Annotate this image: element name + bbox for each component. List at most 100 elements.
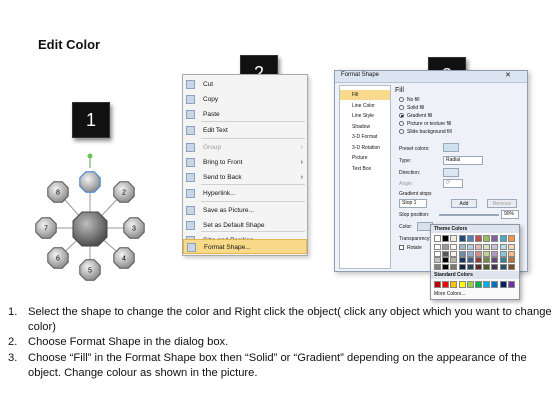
center-octagon[interactable] bbox=[72, 211, 108, 247]
standard-color-swatch[interactable] bbox=[475, 281, 482, 288]
category-shadow[interactable]: Shadow bbox=[340, 122, 390, 132]
theme-color-swatch[interactable] bbox=[450, 257, 458, 263]
standard-color-swatch[interactable] bbox=[491, 281, 499, 288]
category-picture[interactable]: Picture bbox=[340, 153, 390, 163]
theme-color-swatch[interactable] bbox=[466, 244, 474, 250]
fill-radio-gradient-fill[interactable] bbox=[399, 113, 404, 118]
category-fill[interactable]: Fill bbox=[340, 90, 390, 100]
direction-dropdown[interactable] bbox=[443, 168, 459, 177]
theme-color-swatch[interactable] bbox=[499, 244, 507, 250]
more-colors-link[interactable]: More Colors... bbox=[434, 291, 465, 297]
theme-color-swatch[interactable] bbox=[442, 235, 450, 242]
theme-color-swatch[interactable] bbox=[491, 250, 499, 257]
category-line-color[interactable]: Line Color bbox=[340, 101, 390, 111]
remove-stop-button[interactable]: Remove bbox=[487, 199, 517, 208]
fill-radio-no-fill[interactable] bbox=[399, 97, 404, 102]
menu-item-hyperlink[interactable]: Hyperlink... bbox=[183, 186, 307, 201]
theme-color-swatch[interactable] bbox=[466, 257, 474, 263]
theme-color-swatch[interactable] bbox=[499, 250, 507, 257]
menu-item-send-to-back[interactable]: Send to Back › bbox=[183, 170, 307, 185]
theme-color-swatch[interactable] bbox=[491, 244, 499, 250]
theme-color-swatch[interactable] bbox=[483, 250, 491, 257]
category-line-style[interactable]: Line Style bbox=[340, 111, 390, 121]
standard-color-swatch[interactable] bbox=[483, 281, 491, 288]
octagon-node[interactable] bbox=[79, 171, 101, 193]
theme-color-swatch[interactable] bbox=[450, 244, 458, 250]
theme-color-swatch[interactable] bbox=[466, 250, 474, 257]
octagon-diagram[interactable]: 8 2 7 3 6 4 5 bbox=[26, 152, 160, 286]
theme-color-swatch[interactable] bbox=[491, 263, 499, 270]
theme-color-swatch[interactable] bbox=[466, 263, 474, 270]
rotate-handle-icon[interactable] bbox=[87, 153, 93, 159]
menu-item-edit-text[interactable]: Edit Text bbox=[183, 123, 307, 138]
theme-color-swatch[interactable] bbox=[434, 250, 441, 257]
theme-color-swatch[interactable] bbox=[450, 250, 458, 257]
stop-position-slider[interactable] bbox=[439, 214, 499, 216]
theme-color-swatch[interactable] bbox=[458, 235, 466, 242]
menu-item-cut[interactable]: Cut bbox=[183, 77, 307, 92]
theme-color-swatch[interactable] bbox=[458, 257, 466, 263]
theme-color-swatch[interactable] bbox=[442, 244, 450, 250]
stop-position-field[interactable]: 90% bbox=[501, 210, 519, 219]
type-dropdown[interactable]: Radial bbox=[443, 156, 483, 165]
theme-color-swatch[interactable] bbox=[475, 235, 482, 242]
fill-radio-solid-fill[interactable] bbox=[399, 105, 404, 110]
theme-color-swatch[interactable] bbox=[499, 263, 507, 270]
theme-color-swatch[interactable] bbox=[499, 257, 507, 263]
theme-color-swatch[interactable] bbox=[483, 257, 491, 263]
theme-color-swatch[interactable] bbox=[475, 257, 482, 263]
theme-color-swatch[interactable] bbox=[507, 263, 515, 270]
standard-color-swatch[interactable] bbox=[466, 281, 474, 288]
menu-item-group[interactable]: Group › bbox=[183, 140, 307, 155]
theme-color-swatch[interactable] bbox=[483, 244, 491, 250]
preset-colors-dropdown[interactable] bbox=[443, 143, 459, 152]
stop-dropdown[interactable]: Stop 1 bbox=[399, 199, 427, 208]
dialog-titlebar[interactable]: Format Shape ✕ bbox=[335, 71, 527, 83]
menu-item-format-shape[interactable]: Format Shape... bbox=[183, 239, 307, 254]
theme-color-swatch[interactable] bbox=[442, 250, 450, 257]
theme-color-swatch[interactable] bbox=[475, 250, 482, 257]
fill-radio-picture-or-texture-fill[interactable] bbox=[399, 121, 404, 126]
standard-color-swatch[interactable] bbox=[450, 281, 458, 288]
add-stop-button[interactable]: Add bbox=[451, 199, 477, 208]
theme-color-swatch[interactable] bbox=[434, 257, 441, 263]
theme-color-swatch[interactable] bbox=[434, 244, 441, 250]
menu-item-copy[interactable]: Copy bbox=[183, 92, 307, 107]
standard-color-swatch[interactable] bbox=[442, 281, 450, 288]
theme-color-swatch[interactable] bbox=[507, 250, 515, 257]
theme-color-swatch[interactable] bbox=[483, 263, 491, 270]
theme-color-swatch[interactable] bbox=[458, 263, 466, 270]
standard-color-swatch[interactable] bbox=[434, 281, 441, 288]
theme-color-swatch[interactable] bbox=[507, 257, 515, 263]
theme-color-swatch[interactable] bbox=[499, 235, 507, 242]
menu-item-paste[interactable]: Paste bbox=[183, 107, 307, 122]
fill-radio-slide-background-fill[interactable] bbox=[399, 129, 404, 134]
menu-item-save-as-picture[interactable]: Save as Picture... bbox=[183, 203, 307, 218]
theme-color-swatch[interactable] bbox=[507, 235, 515, 242]
theme-color-swatch[interactable] bbox=[491, 235, 499, 242]
category-3-d-rotation[interactable]: 3-D Rotation bbox=[340, 143, 390, 153]
theme-color-swatch[interactable] bbox=[466, 235, 474, 242]
standard-color-swatch[interactable] bbox=[499, 281, 507, 288]
category-3-d-format[interactable]: 3-D Format bbox=[340, 132, 390, 142]
theme-color-swatch[interactable] bbox=[442, 263, 450, 270]
theme-color-swatch[interactable] bbox=[491, 257, 499, 263]
theme-color-swatch[interactable] bbox=[434, 235, 441, 242]
standard-color-swatch[interactable] bbox=[458, 281, 466, 288]
rotate-checkbox[interactable] bbox=[399, 245, 404, 250]
angle-field[interactable]: 0° bbox=[443, 179, 463, 188]
theme-color-swatch[interactable] bbox=[475, 263, 482, 270]
theme-color-swatch[interactable] bbox=[434, 263, 441, 270]
theme-color-swatch[interactable] bbox=[507, 244, 515, 250]
theme-color-swatch[interactable] bbox=[458, 244, 466, 250]
theme-color-swatch[interactable] bbox=[442, 257, 450, 263]
menu-item-bring-to-front[interactable]: Bring to Front › bbox=[183, 155, 307, 170]
theme-color-swatch[interactable] bbox=[450, 235, 458, 242]
theme-color-swatch[interactable] bbox=[475, 244, 482, 250]
category-text-box[interactable]: Text Box bbox=[340, 164, 390, 174]
theme-color-swatch[interactable] bbox=[483, 235, 491, 242]
theme-color-swatch[interactable] bbox=[450, 263, 458, 270]
close-icon[interactable]: ✕ bbox=[505, 71, 511, 79]
theme-color-swatch[interactable] bbox=[458, 250, 466, 257]
standard-color-swatch[interactable] bbox=[507, 281, 515, 288]
